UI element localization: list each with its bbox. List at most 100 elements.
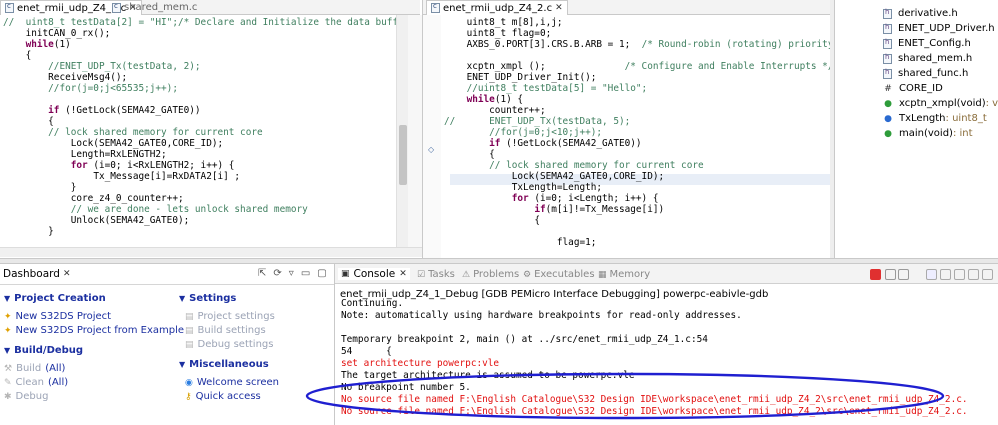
refresh-icon[interactable]: ⟳ bbox=[273, 268, 281, 279]
close-icon[interactable]: ✕ bbox=[555, 3, 563, 13]
code-line[interactable]: { bbox=[444, 215, 540, 226]
code-line[interactable]: Lock(SEMA42_GATE0,CORE_ID); bbox=[3, 138, 223, 149]
close-icon[interactable]: ✕ bbox=[399, 269, 407, 279]
scrollbar-thumb[interactable] bbox=[399, 125, 407, 185]
code-token: while bbox=[25, 39, 54, 50]
code-token: // ENET_UDP_Tx(testData, 5); bbox=[444, 116, 631, 127]
scroll-lock-icon[interactable] bbox=[940, 269, 951, 280]
debug-settings-link[interactable]: ▤ Debug settings bbox=[185, 339, 273, 350]
tab-dashboard[interactable]: Dashboard ✕ bbox=[0, 266, 74, 282]
code-line[interactable]: ReceiveMsg4(); bbox=[3, 72, 127, 83]
code-line[interactable]: if (!GetLock(SEMA42_GATE0)) bbox=[444, 138, 641, 149]
code-line[interactable]: } bbox=[3, 226, 54, 237]
outline-item-label: shared_mem.h bbox=[898, 53, 973, 64]
outline-item[interactable]: ● main(void) : int bbox=[883, 128, 972, 139]
code-line[interactable]: //uint8_t testData[5] = "Hello"; bbox=[444, 83, 648, 94]
code-line[interactable]: for (i=0; i<Length; i++) { bbox=[444, 193, 659, 204]
code-line[interactable]: //for(j=0;j<65535;j++); bbox=[3, 83, 178, 94]
code-line[interactable]: // lock shared memory for current core bbox=[444, 160, 703, 171]
outline-item[interactable]: ENET_UDP_Driver.h bbox=[883, 23, 995, 34]
code-line[interactable]: if(m[i]!=Tx_Message[i]) bbox=[444, 204, 664, 215]
clean-all-label[interactable]: (All) bbox=[48, 377, 68, 388]
code-line[interactable]: flag=1; bbox=[444, 237, 597, 248]
code-line[interactable]: { bbox=[3, 116, 54, 127]
terminate-icon[interactable] bbox=[870, 269, 881, 280]
tab-problems[interactable]: ⚠ Problems bbox=[462, 269, 519, 280]
export-icon[interactable]: ⇱ bbox=[258, 268, 266, 279]
code-line[interactable]: Unlock(SEMA42_GATE0); bbox=[3, 215, 190, 226]
build-all-link[interactable]: ⚒ Build (All) bbox=[4, 363, 65, 374]
code-line[interactable]: // ENET_UDP_Tx(testData, 5); bbox=[444, 116, 630, 127]
clean-label: Clean bbox=[15, 377, 44, 388]
code-line[interactable]: // we are done - lets unlock shared memo… bbox=[3, 204, 308, 215]
view-menu-icon[interactable]: ▿ bbox=[289, 268, 294, 279]
code-line[interactable]: Lock(SEMA42_GATE0,CORE_ID); bbox=[444, 171, 664, 182]
left-editor-hscroll[interactable] bbox=[0, 247, 422, 257]
code-line[interactable]: } bbox=[3, 182, 77, 193]
remove-launch-icon[interactable] bbox=[885, 269, 896, 280]
code-line[interactable]: while(1) { bbox=[444, 94, 523, 105]
code-token: Length=RxLENGTH2; bbox=[70, 149, 167, 160]
code-line[interactable]: AXBS_0.PORT[3].CRS.B.ARB = 1; /* Round-r… bbox=[444, 39, 831, 50]
project-creation-section[interactable]: ▼ Project Creation bbox=[4, 293, 106, 304]
clear-console-icon[interactable] bbox=[926, 269, 937, 280]
maximize-icon[interactable]: ▢ bbox=[317, 268, 326, 279]
settings-section[interactable]: ▼ Settings bbox=[179, 293, 236, 304]
tab-shared-mem[interactable]: shared_mem.c bbox=[108, 0, 201, 15]
code-line[interactable]: initCAN_0_rx(); bbox=[3, 28, 111, 39]
left-code-area[interactable]: // uint8_t testData[2] = "HI";/* Declare… bbox=[0, 15, 396, 247]
code-line[interactable]: { bbox=[444, 149, 495, 160]
tab-executables[interactable]: ⚙ Executables bbox=[523, 269, 595, 280]
outline-item[interactable]: # CORE_ID bbox=[883, 83, 943, 94]
right-code-area[interactable]: uint8_t m[8],i,j; uint8_t flag=0; AXBS_0… bbox=[441, 15, 831, 258]
code-line[interactable]: core_z4_0_counter++; bbox=[3, 193, 184, 204]
build-settings-link[interactable]: ▤ Build settings bbox=[185, 325, 266, 336]
tab-tasks[interactable]: ☑ Tasks bbox=[417, 269, 455, 280]
tab-console[interactable]: ▣ Console ✕ bbox=[338, 268, 410, 280]
clean-all-link[interactable]: ✎ Clean (All) bbox=[4, 377, 68, 388]
miscellaneous-section[interactable]: ▼ Miscellaneous bbox=[179, 359, 269, 370]
welcome-screen-link[interactable]: ◉ Welcome screen bbox=[185, 377, 279, 388]
left-editor-scrollbar[interactable] bbox=[396, 15, 408, 247]
code-line[interactable]: uint8_t flag=0; bbox=[444, 28, 552, 39]
pin-console-icon[interactable] bbox=[968, 269, 979, 280]
code-line[interactable]: counter++; bbox=[444, 105, 545, 116]
code-line[interactable]: uint8_t m[8],i,j; bbox=[444, 17, 563, 28]
code-line[interactable]: //for(j=0;j<10;j++); bbox=[444, 127, 602, 138]
code-line[interactable]: // uint8_t testData[2] = "HI";/* Declare… bbox=[3, 17, 396, 28]
minimize-icon[interactable]: ▭ bbox=[301, 268, 310, 279]
code-line[interactable]: while(1) bbox=[3, 39, 71, 50]
quick-access-link[interactable]: ⚷ Quick access bbox=[185, 391, 261, 402]
outline-item[interactable]: ENET_Config.h bbox=[883, 38, 971, 49]
code-line[interactable]: // lock shared memory for current core bbox=[3, 127, 262, 138]
outline-item[interactable]: shared_mem.h bbox=[883, 53, 972, 64]
code-line[interactable]: xcptn_xmpl (); /* Configure and Enable I… bbox=[444, 61, 831, 72]
new-s32ds-project-example-link[interactable]: ✦ New S32DS Project from Example bbox=[4, 325, 184, 336]
word-wrap-icon[interactable] bbox=[954, 269, 965, 280]
project-settings-link[interactable]: ▤ Project settings bbox=[185, 311, 275, 322]
code-line[interactable]: ENET_UDP_Driver_Init(); bbox=[444, 72, 597, 83]
code-line[interactable]: { bbox=[3, 50, 32, 61]
code-line[interactable]: Length=RxLENGTH2; bbox=[3, 149, 167, 160]
close-icon[interactable]: ✕ bbox=[63, 269, 71, 279]
code-line[interactable]: for (i=0; i<RxLENGTH2; i++) { bbox=[3, 160, 235, 171]
new-s32ds-project-link[interactable]: ✦ New S32DS Project bbox=[4, 311, 111, 322]
build-all-label[interactable]: (All) bbox=[45, 363, 65, 374]
outline-item[interactable]: ● xcptn_xmpl(void) : void bbox=[883, 98, 998, 109]
build-debug-section[interactable]: ▼ Build/Debug bbox=[4, 345, 83, 356]
code-line[interactable]: TxLength=Length; bbox=[444, 182, 602, 193]
code-line[interactable]: //ENET_UDP_Tx(testData, 2); bbox=[3, 61, 200, 72]
remove-all-icon[interactable] bbox=[898, 269, 909, 280]
outline-item[interactable]: derivative.h bbox=[883, 8, 958, 19]
code-line[interactable]: if (!GetLock(SEMA42_GATE0)) bbox=[3, 105, 200, 116]
outline-item[interactable]: shared_func.h bbox=[883, 68, 968, 79]
tab-memory[interactable]: ▦ Memory bbox=[598, 269, 650, 280]
debug-link[interactable]: ✱ Debug bbox=[4, 391, 48, 402]
display-console-icon[interactable] bbox=[982, 269, 993, 280]
code-line[interactable]: Tx_Message[i]=RxDATA2[i] ; bbox=[3, 171, 240, 182]
tab-enet-rmii-udp-z4-2[interactable]: enet_rmii_udp_Z4_2.c ✕ bbox=[426, 0, 568, 15]
outline-item[interactable]: ● TxLength : uint8_t bbox=[883, 113, 987, 124]
